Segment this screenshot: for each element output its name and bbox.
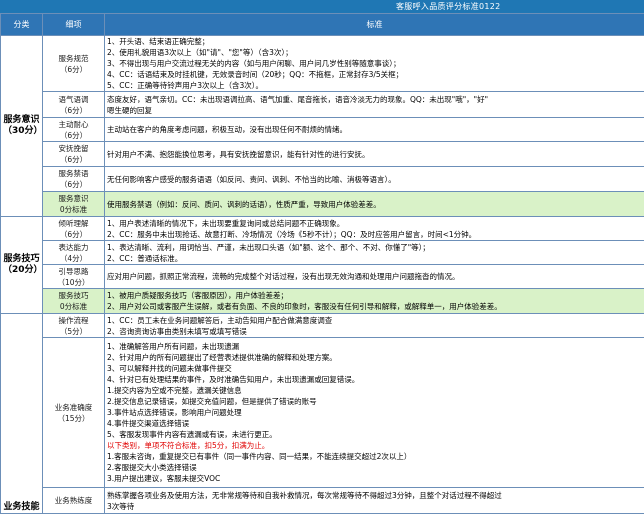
standard-cell: 1、被用户质疑服务技巧（客服原因），用户体验差差； 2、用户对公司或客服产生误解… — [104, 288, 644, 314]
header-row: 分类 细项 标准 — [0, 13, 644, 36]
header-standard: 标准 — [104, 13, 644, 36]
item-cell: 主动耐心 （6分） — [42, 117, 105, 142]
table-row: 语气语调 （6分） 态度友好，语气亲切。CC：未出现语调拉高、语气加重、尾音拖长，… — [1, 91, 644, 118]
item-cell: 服务技巧 0分标准 — [42, 288, 105, 314]
table-row: 业务准确度 （15分） 1、准确解答用户所有问题，未出现遗漏 2、针对用户的所有问… — [1, 337, 644, 488]
header-category: 分类 — [0, 13, 43, 36]
standard-cell: 1、表达清晰、流利，用词恰当、严谨，未出现口头语（如"额、这个、那个、不对、你懂… — [104, 240, 644, 265]
standard-cell: 针对用户不满、抱怨能换位思考，具有安抚挽留意识，能有针对性的进行安抚。 — [104, 141, 644, 167]
category-service-awareness: 服务意识 （30分） — [0, 35, 43, 217]
sheet-title: 客服呼入品质评分标准0122 — [396, 2, 501, 11]
item-cell: 服务规范 （6分） — [42, 35, 105, 92]
standard-cell: 1、CC：员工未在业务问题解答后，主动告知用户配合做满意度调查 2、咨询资询访事… — [104, 313, 644, 338]
item-cell: 业务准确度 （15分） — [42, 337, 105, 488]
table-row: 表达能力 （4分） 1、表达清晰、流利，用词恰当、严谨，未出现口头语（如"额、这个… — [1, 240, 644, 265]
standard-cell: 熟练掌握各项业务及使用方法，无非常规等待和自我补救情况，每次常规等待不得超过3分… — [104, 487, 644, 514]
table-row: 主动耐心 （6分） 主动站在客户的角度考虑问题，积极互动，没有出现任何不耐烦的情绪… — [1, 117, 644, 142]
scoring-table: 分类 细项 标准 服务意识 （30分） 服务规范 （6分） 1、开头语、结束语正确… — [0, 13, 644, 514]
standard-cell: 应对用户问题，抓照正常流程，流畅的完成整个对话过程，没有出现无效沟通和处理用户问… — [104, 264, 644, 289]
standard-cell: 1、用户表述清晰的情况下，未出现要重复询问或总结问题不正确现象。 2、CC：服务… — [104, 216, 644, 241]
category-business-skill: 业务技能 — [0, 313, 43, 514]
category-service-skill: 服务技巧 （20分） — [0, 216, 43, 314]
item-cell: 服务意识 0分标准 — [42, 191, 105, 217]
item-cell: 引导思路 （10分） — [42, 264, 105, 289]
item-cell: 倾听理解 （6分） — [42, 216, 105, 241]
item-cell: 操作流程 （5分） — [42, 313, 105, 338]
standard-cell: 1、准确解答用户所有问题，未出现遗漏 2、针对用户的所有问题提出了经营表述提供准… — [104, 337, 644, 488]
item-cell: 语气语调 （6分） — [42, 91, 105, 118]
table-row: 服务技巧 （20分） 倾听理解 （6分） 1、用户表述清晰的情况下，未出现要重复询… — [0, 216, 644, 314]
item-cell: 安抚挽留 （6分） — [42, 141, 105, 167]
standard-cell: 主动站在客户的角度考虑问题，积极互动，没有出现任何不耐烦的情绪。 — [104, 117, 644, 142]
header-item: 细项 — [42, 13, 105, 36]
item-cell: 业务熟练度 — [42, 487, 105, 514]
table-row: 服务技巧 0分标准 1、被用户质疑服务技巧（客服原因），用户体验差差； 2、用户对… — [1, 288, 644, 314]
table-row: 服务禁语 （6分） 无任何影响客户感受的服务语语（如反问、责问、讽刺、不恰当的比喻… — [1, 166, 644, 192]
spreadsheet-sheet: 客服呼入品质评分标准0122 分类 细项 标准 服务意识 （30分） 服务规范（… — [0, 0, 644, 528]
standard-cell: 使用服务禁语（例如：反问、质问、讽刺的话语），性质严重，导致用户体验差差。 — [104, 191, 644, 217]
item-cell: 服务禁语 （6分） — [42, 166, 105, 192]
table-row: 安抚挽留 （6分） 针对用户不满、抱怨能换位思考，具有安抚挽留意识，能有针对性的进… — [1, 141, 644, 167]
table-row: 业务技能 操作流程 （5分） 1、CC：员工未在业务问题解答后，主动告知用户配合做… — [0, 313, 644, 514]
table-row: 业务熟练度 熟练掌握各项业务及使用方法，无非常规等待和自我补救情况，每次常规等待… — [1, 487, 644, 514]
standard-cell: 态度友好，语气亲切。CC：未出现语调拉高、语气加重、尾音拖长，语音冷淡无力的现象… — [104, 91, 644, 118]
table-row: 服务意识 （30分） 服务规范 （6分） 1、开头语、结束语正确完整； 2、使用礼… — [0, 35, 644, 217]
standard-cell: 无任何影响客户感受的服务语语（如反问、责问、讽刺、不恰当的比喻、消极等语言）。 — [104, 166, 644, 192]
standard-cell: 1、开头语、结束语正确完整； 2、使用礼貌用语3次以上（如"请"、"您"等）（含… — [104, 35, 644, 92]
table-row: 引导思路 （10分） 应对用户问题，抓照正常流程，流畅的完成整个对话过程，没有出现… — [1, 264, 644, 289]
deduction-rule: 以下类别，单项不符合标准，扣5分，扣满为止。 — [107, 441, 270, 450]
table-row: 服务意识 0分标准 使用服务禁语（例如：反问、质问、讽刺的话语），性质严重，导致用… — [1, 191, 644, 217]
title-bar: 客服呼入品质评分标准0122 — [0, 0, 644, 13]
item-cell: 表达能力 （4分） — [42, 240, 105, 265]
